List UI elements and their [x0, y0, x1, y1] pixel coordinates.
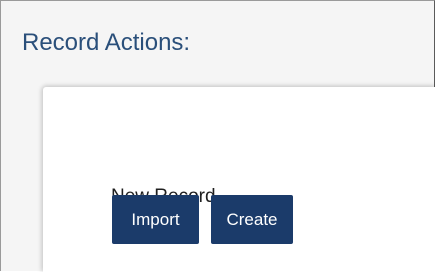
record-actions-panel: Record Actions: New Record Import Create	[0, 0, 435, 272]
new-record-card: New Record Import Create	[43, 87, 435, 272]
import-button[interactable]: Import	[112, 195, 199, 244]
panel-title: Record Actions:	[22, 29, 191, 56]
create-button[interactable]: Create	[211, 195, 293, 244]
